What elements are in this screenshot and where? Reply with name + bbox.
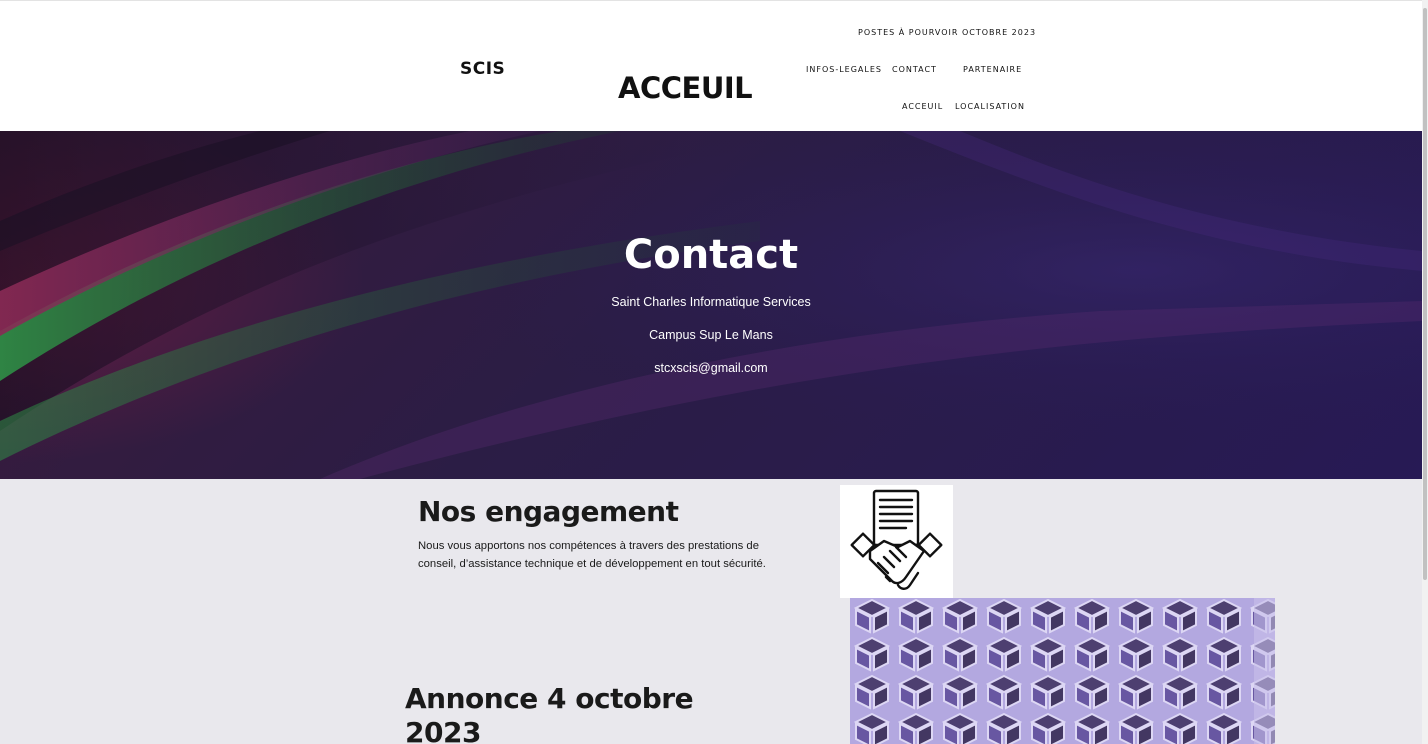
company-name: Saint Charles Informatique Services <box>611 295 811 309</box>
nav-link-localisation[interactable]: LOCALISATION <box>955 102 1025 111</box>
building-image-graphic <box>850 598 1275 744</box>
campus-name: Campus Sup Le Mans <box>649 328 773 342</box>
nav-link-postes[interactable]: POSTES À POURVOIR OCTOBRE 2023 <box>858 28 1036 37</box>
contact-title: Contact <box>623 232 799 278</box>
engagement-title: Nos engagement <box>418 495 679 528</box>
contact-email[interactable]: stcxscis@gmail.com <box>0 361 1422 375</box>
engagement-text: Nous vous apportons nos compétences à tr… <box>418 540 766 570</box>
annonce-title-line2: 2023 <box>405 716 481 744</box>
building-facade-image <box>850 598 1275 744</box>
nav-link-acceuil[interactable]: ACCEUIL <box>902 102 943 111</box>
handshake-contract-icon <box>840 485 953 598</box>
nav-link-partenaire[interactable]: PARTENAIRE <box>963 65 1022 74</box>
page-scrollbar[interactable] <box>1422 0 1428 744</box>
handshake-icon-graphic <box>850 489 943 590</box>
main-content: Nos engagement Nous vous apportons nos c… <box>0 479 1422 744</box>
site-brand[interactable]: SCIS <box>460 59 505 79</box>
nav-link-contact[interactable]: CONTACT <box>892 65 937 74</box>
site-header: SCIS ACCEUIL POSTES À POURVOIR OCTOBRE 2… <box>0 0 1422 131</box>
nav-link-infos-legales[interactable]: INFOS-LEGALES <box>806 65 882 74</box>
annonce-title-line1: Annonce 4 octobre <box>405 682 694 715</box>
page-title: ACCEUIL <box>618 71 753 105</box>
contact-hero: Contact Saint Charles Informatique Servi… <box>0 131 1422 479</box>
scrollbar-thumb[interactable] <box>1423 8 1427 580</box>
